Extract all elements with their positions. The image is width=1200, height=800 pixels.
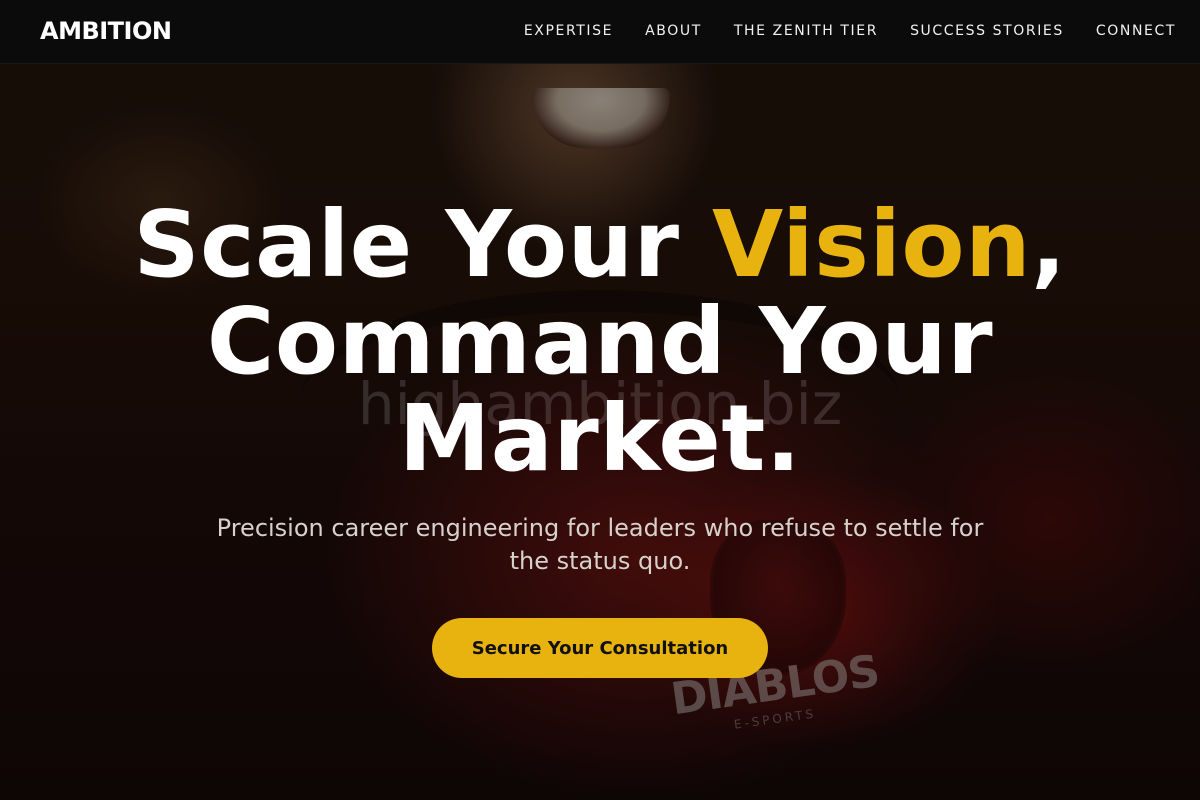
hero-title-part1: Scale Your [133,191,713,298]
hero-subtitle: Precision career engineering for leaders… [216,514,984,575]
nav-link-connect[interactable]: CONNECT [1096,23,1176,39]
top-navigation: AMBITION EXPERTISE ABOUT THE ZENITH TIER… [0,0,1200,64]
nav-link-zenith-tier[interactable]: THE ZENITH TIER [734,23,878,39]
hero-title: Scale Your Vision, Command Your Market. [100,196,1100,487]
nav-link-about[interactable]: ABOUT [645,23,702,39]
secure-consultation-button[interactable]: Secure Your Consultation [432,618,768,678]
brand-logo[interactable]: AMBITION [40,17,172,45]
nav-links: EXPERTISE ABOUT THE ZENITH TIER SUCCESS … [524,23,1176,39]
hero-title-accent: Vision [712,191,1032,298]
nav-link-expertise[interactable]: EXPERTISE [524,23,613,39]
nav-link-success-stories[interactable]: SUCCESS STORIES [910,23,1064,39]
